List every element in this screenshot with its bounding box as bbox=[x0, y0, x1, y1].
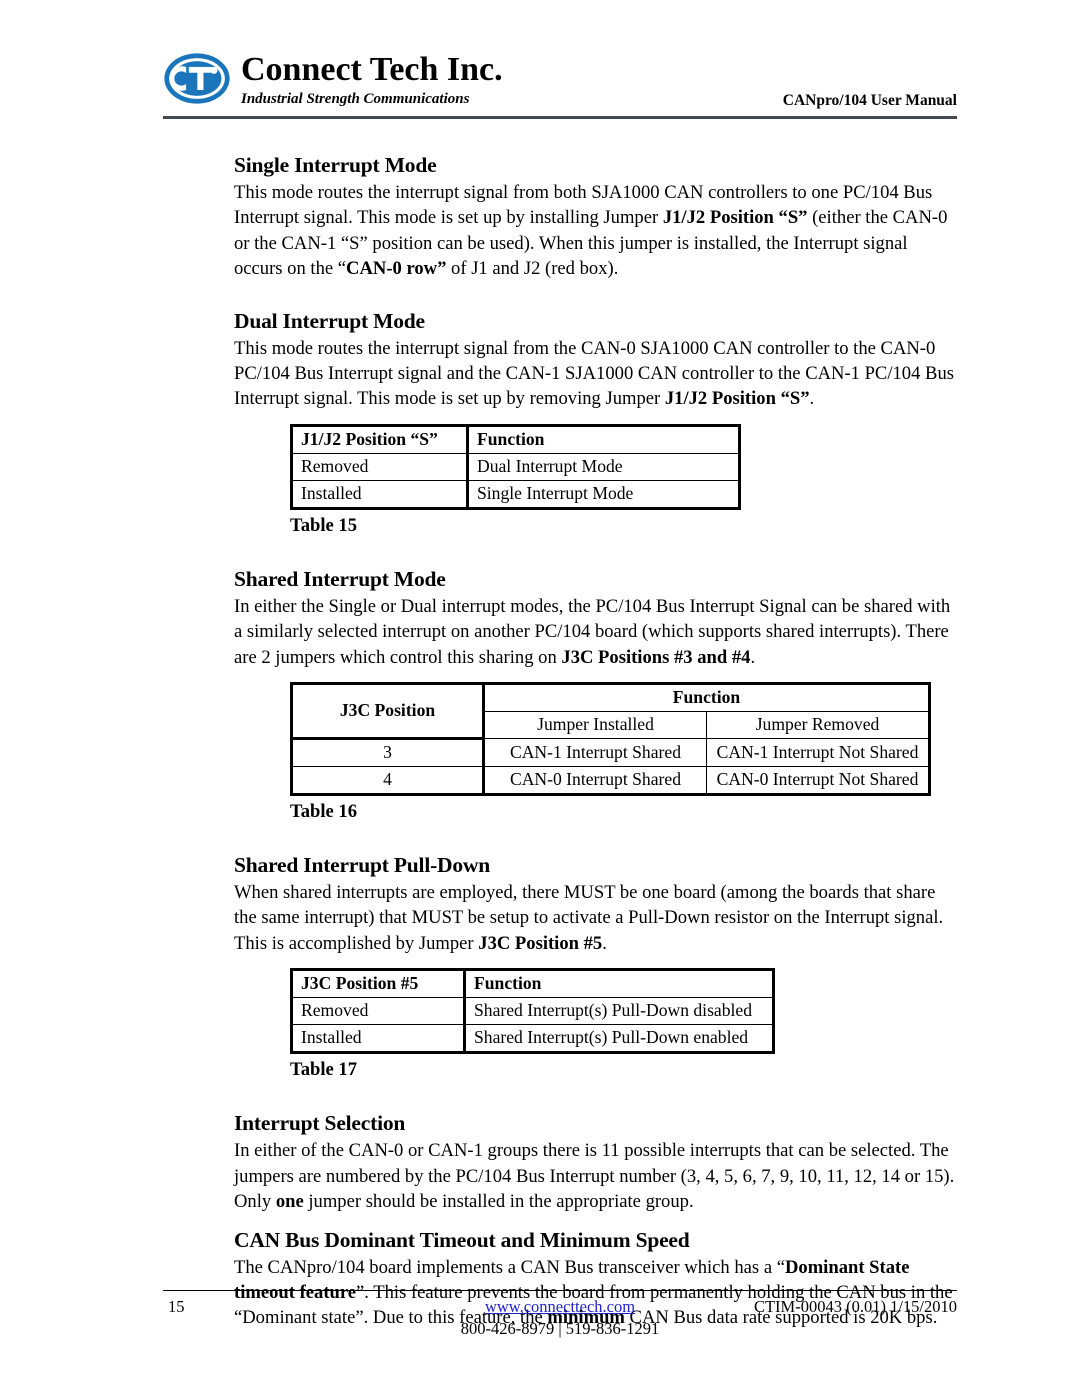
section-shared-interrupt-mode: Shared Interrupt Mode In either the Sing… bbox=[234, 566, 957, 670]
section-paragraph: This mode routes the interrupt signal fr… bbox=[234, 182, 948, 280]
table-cell: 3 bbox=[291, 738, 485, 768]
section-interrupt-selection: Interrupt Selection In either of the CAN… bbox=[234, 1110, 957, 1214]
section-heading: CAN Bus Dominant Timeout and Minimum Spe… bbox=[234, 1227, 690, 1252]
table-row: 3 CAN-1 Interrupt Shared CAN-1 Interrupt… bbox=[291, 738, 930, 768]
table-cell: Installed bbox=[291, 1024, 466, 1054]
table-cell: Dual Interrupt Mode bbox=[467, 452, 740, 481]
table-caption: Table 16 bbox=[290, 801, 357, 823]
table-header-cell: J1/J2 Position “S” bbox=[291, 424, 469, 454]
footer-divider bbox=[163, 1290, 957, 1291]
section-paragraph: This mode routes the interrupt signal fr… bbox=[234, 337, 954, 410]
section-paragraph: In either the Single or Dual interrupt m… bbox=[234, 595, 951, 668]
table-row: 4 CAN-0 Interrupt Shared CAN-0 Interrupt… bbox=[291, 766, 930, 796]
page-footer: 15 www.connecttech.com CTIM-00043 (0.01)… bbox=[163, 1296, 957, 1340]
table-row: Installed Shared Interrupt(s) Pull-Down … bbox=[291, 1024, 774, 1054]
company-tagline: Industrial Strength Communications bbox=[241, 91, 470, 107]
section-single-interrupt-mode: Single Interrupt Mode This mode routes t… bbox=[234, 152, 957, 282]
table-15-block: J1/J2 Position “S” Function Removed Dual… bbox=[290, 423, 957, 538]
table-cell: Installed bbox=[291, 479, 469, 509]
table-cell: Single Interrupt Mode bbox=[467, 479, 740, 509]
website-link[interactable]: www.connecttech.com bbox=[485, 1297, 635, 1316]
section-heading: Shared Interrupt Mode bbox=[234, 566, 446, 591]
section-paragraph: In either of the CAN-0 or CAN-1 groups t… bbox=[234, 1140, 955, 1213]
table-header-cell: Function bbox=[464, 969, 774, 999]
brand-block: Connect Tech Inc. Industrial Strength Co… bbox=[163, 52, 503, 108]
section-heading: Shared Interrupt Pull-Down bbox=[234, 853, 491, 878]
section-heading: Interrupt Selection bbox=[234, 1111, 406, 1136]
table-cell: CAN-1 Interrupt Shared bbox=[483, 738, 707, 768]
footer-row-primary: 15 www.connecttech.com CTIM-00043 (0.01)… bbox=[163, 1296, 957, 1318]
table-header-row: J3C Position #5 Function bbox=[291, 969, 774, 999]
section-shared-interrupt-pull-down: Shared Interrupt Pull-Down When shared i… bbox=[234, 852, 957, 956]
table-15: J1/J2 Position “S” Function Removed Dual… bbox=[290, 423, 741, 510]
table-cell: Removed bbox=[291, 997, 466, 1026]
document-id: CTIM-00043 (0.01) 1/15/2010 bbox=[753, 1297, 957, 1316]
section-paragraph: When shared interrupts are employed, the… bbox=[234, 882, 944, 954]
section-heading: Dual Interrupt Mode bbox=[234, 308, 425, 333]
table-caption: Table 17 bbox=[290, 1059, 357, 1081]
table-header-cell-j3c-position: J3C Position bbox=[291, 683, 485, 741]
phone-numbers: 800-426-8979 | 519-836-1291 bbox=[460, 1319, 660, 1338]
table-17-block: J3C Position #5 Function Removed Shared … bbox=[290, 968, 957, 1082]
table-cell: CAN-1 Interrupt Not Shared bbox=[706, 738, 930, 768]
table-cell: Shared Interrupt(s) Pull-Down disabled bbox=[464, 997, 774, 1026]
section-heading: Single Interrupt Mode bbox=[234, 153, 437, 177]
document-page: Connect Tech Inc. Industrial Strength Co… bbox=[0, 0, 1080, 1397]
table-cell: CAN-0 Interrupt Shared bbox=[483, 766, 707, 796]
company-name: Connect Tech Inc. bbox=[241, 51, 503, 88]
footer-row-secondary: 800-426-8979 | 519-836-1291 bbox=[163, 1318, 957, 1340]
table-row: Installed Single Interrupt Mode bbox=[291, 479, 740, 509]
header-divider bbox=[163, 116, 957, 119]
table-row: Removed Shared Interrupt(s) Pull-Down di… bbox=[291, 997, 774, 1026]
cti-oval-logo-icon bbox=[163, 52, 231, 105]
table-header-cell-function: Function bbox=[483, 683, 930, 713]
section-dual-interrupt-mode: Dual Interrupt Mode This mode routes the… bbox=[234, 308, 957, 412]
table-16: J3C Position Function Jumper Installed J… bbox=[290, 682, 931, 797]
page-header: Connect Tech Inc. Industrial Strength Co… bbox=[163, 52, 957, 114]
table-cell: Removed bbox=[291, 452, 469, 481]
manual-title: CANpro/104 User Manual bbox=[782, 92, 957, 109]
table-16-block: J3C Position Function Jumper Installed J… bbox=[290, 682, 957, 824]
table-17: J3C Position #5 Function Removed Shared … bbox=[290, 968, 775, 1055]
table-subheader-cell: Jumper Installed bbox=[483, 711, 707, 740]
table-header-cell: Function bbox=[467, 424, 740, 454]
table-cell: 4 bbox=[291, 766, 485, 796]
table-cell: CAN-0 Interrupt Not Shared bbox=[706, 766, 930, 796]
table-header-row: J1/J2 Position “S” Function bbox=[291, 424, 740, 454]
document-body: Single Interrupt Mode This mode routes t… bbox=[234, 152, 957, 1331]
table-subheader-cell: Jumper Removed bbox=[706, 711, 930, 740]
table-header-cell: J3C Position #5 bbox=[291, 969, 466, 999]
table-header-row: J3C Position Function bbox=[291, 683, 930, 741]
table-row: Removed Dual Interrupt Mode bbox=[291, 452, 740, 481]
table-caption: Table 15 bbox=[290, 514, 357, 536]
brand-text: Connect Tech Inc. Industrial Strength Co… bbox=[241, 52, 503, 108]
table-cell: Shared Interrupt(s) Pull-Down enabled bbox=[464, 1024, 774, 1054]
